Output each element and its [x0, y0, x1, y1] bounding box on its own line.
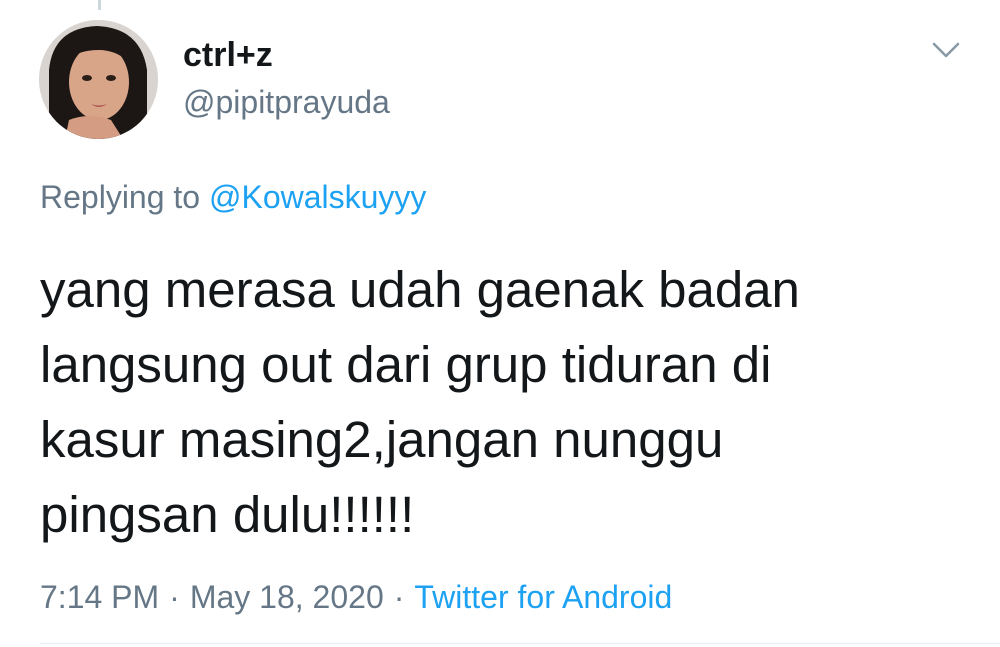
meta-separator: · — [169, 579, 180, 615]
thread-connector-line — [98, 0, 101, 10]
replying-to-label: Replying to — [40, 179, 201, 215]
divider — [40, 643, 1000, 644]
reply-target-link[interactable]: @Kowalskuyyy — [209, 179, 426, 215]
tweet-time[interactable]: 7:14 PM — [40, 579, 159, 615]
chevron-down-icon — [932, 42, 960, 58]
display-name[interactable]: ctrl+z — [183, 38, 273, 72]
meta-separator: · — [393, 579, 405, 615]
avatar-image — [39, 20, 158, 139]
avatar[interactable] — [39, 20, 158, 139]
user-handle[interactable]: @pipitprayuda — [183, 86, 390, 118]
tweet-source-link[interactable]: Twitter for Android — [414, 579, 672, 615]
tweet-meta: 7:14 PM · May 18, 2020 · Twitter for Android — [40, 581, 672, 613]
tweet-date[interactable]: May 18, 2020 — [190, 579, 384, 615]
tweet-menu-button[interactable] — [926, 36, 966, 66]
replying-to: Replying to @Kowalskuyyy — [40, 181, 426, 213]
tweet-text: yang merasa udah gaenak badan langsung o… — [40, 261, 800, 543]
